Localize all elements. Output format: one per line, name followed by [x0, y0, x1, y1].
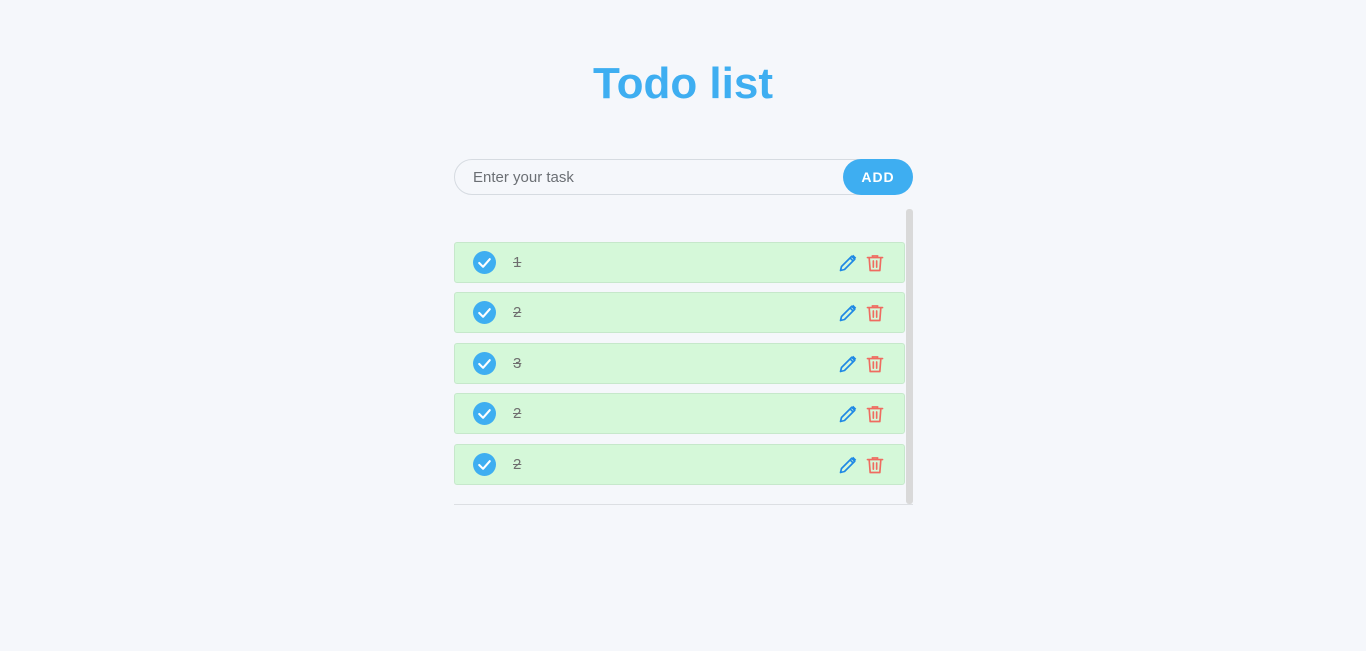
- task-text: 2: [513, 304, 522, 321]
- task-text: 1: [513, 254, 522, 271]
- list-scrollbar[interactable]: [906, 209, 913, 504]
- trash-icon[interactable]: [865, 354, 885, 374]
- task-text: 3: [513, 355, 522, 372]
- pencil-icon[interactable]: [838, 455, 858, 475]
- check-circle-icon[interactable]: [473, 251, 496, 274]
- task-item: 1: [454, 242, 905, 283]
- pencil-icon[interactable]: [838, 303, 858, 323]
- page-title: Todo list: [592, 59, 774, 108]
- trash-icon[interactable]: [865, 455, 885, 475]
- pencil-icon[interactable]: [838, 253, 858, 273]
- pencil-icon[interactable]: [838, 404, 858, 424]
- task-text: 2: [513, 405, 522, 422]
- task-item: 3: [454, 343, 905, 384]
- check-circle-icon[interactable]: [473, 453, 496, 476]
- check-circle-icon[interactable]: [473, 301, 496, 324]
- check-circle-icon[interactable]: [473, 402, 496, 425]
- trash-icon[interactable]: [865, 253, 885, 273]
- check-circle-icon[interactable]: [473, 352, 496, 375]
- task-list: 1 2 3 2 2: [454, 209, 913, 505]
- task-item: 2: [454, 393, 905, 434]
- task-item: 2: [454, 444, 905, 485]
- task-text: 2: [513, 456, 522, 473]
- trash-icon[interactable]: [865, 303, 885, 323]
- task-item: 2: [454, 292, 905, 333]
- task-input[interactable]: [454, 159, 864, 195]
- add-button[interactable]: ADD: [843, 159, 913, 195]
- pencil-icon[interactable]: [838, 354, 858, 374]
- trash-icon[interactable]: [865, 404, 885, 424]
